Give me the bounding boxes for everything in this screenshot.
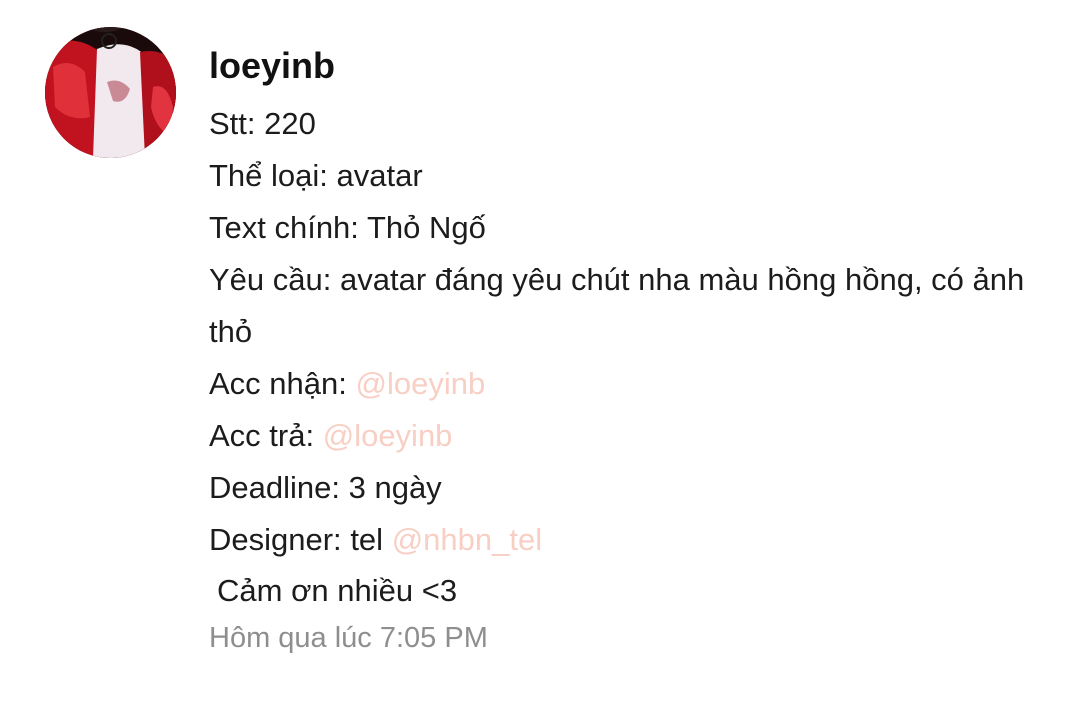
text-chinh-line: Text chính: Thỏ Ngố xyxy=(209,202,1049,254)
acc-tra-line: Acc trả: @loeyinb xyxy=(209,410,1049,462)
yeu-cau-line: Yêu cầu: avatar đáng yêu chút nha màu hồ… xyxy=(209,254,1049,358)
deadline-label: Deadline: xyxy=(209,470,340,505)
designer-line: Designer: tel @nhbn_tel xyxy=(209,514,1049,566)
stt-value: 220 xyxy=(264,106,316,141)
text-chinh-label: Text chính: xyxy=(209,210,359,245)
acc-nhan-label: Acc nhận: xyxy=(209,366,347,401)
post-timestamp[interactable]: Hôm qua lúc 7:05 PM xyxy=(209,618,1049,658)
avatar[interactable] xyxy=(45,27,176,158)
acc-tra-mention[interactable]: @loeyinb xyxy=(323,418,453,453)
stt-label: Stt: xyxy=(209,106,256,141)
the-loai-label: Thể loại: xyxy=(209,158,328,193)
username[interactable]: loeyinb xyxy=(209,40,1049,92)
acc-tra-label: Acc trả: xyxy=(209,418,315,453)
text-chinh-value: Thỏ Ngố xyxy=(366,210,486,245)
deadline-line: Deadline: 3 ngày xyxy=(209,462,1049,514)
the-loai-line: Thể loại: avatar xyxy=(209,150,1049,202)
avatar-photo xyxy=(45,27,176,158)
designer-value: tel xyxy=(350,522,384,557)
acc-nhan-mention[interactable]: @loeyinb xyxy=(356,366,486,401)
designer-mention[interactable]: @nhbn_tel xyxy=(392,522,542,557)
yeu-cau-label: Yêu cầu: xyxy=(209,262,332,297)
deadline-value: 3 ngày xyxy=(348,470,442,505)
stt-line: Stt: 220 xyxy=(209,98,1049,150)
yeu-cau-value: avatar đáng yêu chút nha màu hồng hồng, … xyxy=(209,262,1025,349)
the-loai-value: avatar xyxy=(336,158,423,193)
acc-nhan-line: Acc nhận: @loeyinb xyxy=(209,358,1049,410)
designer-label: Designer: xyxy=(209,522,342,557)
thanks-line: Cảm ơn nhiều <3 xyxy=(217,573,458,608)
post-content: loeyinb Stt: 220 Thể loại: avatar Text c… xyxy=(209,40,1049,658)
